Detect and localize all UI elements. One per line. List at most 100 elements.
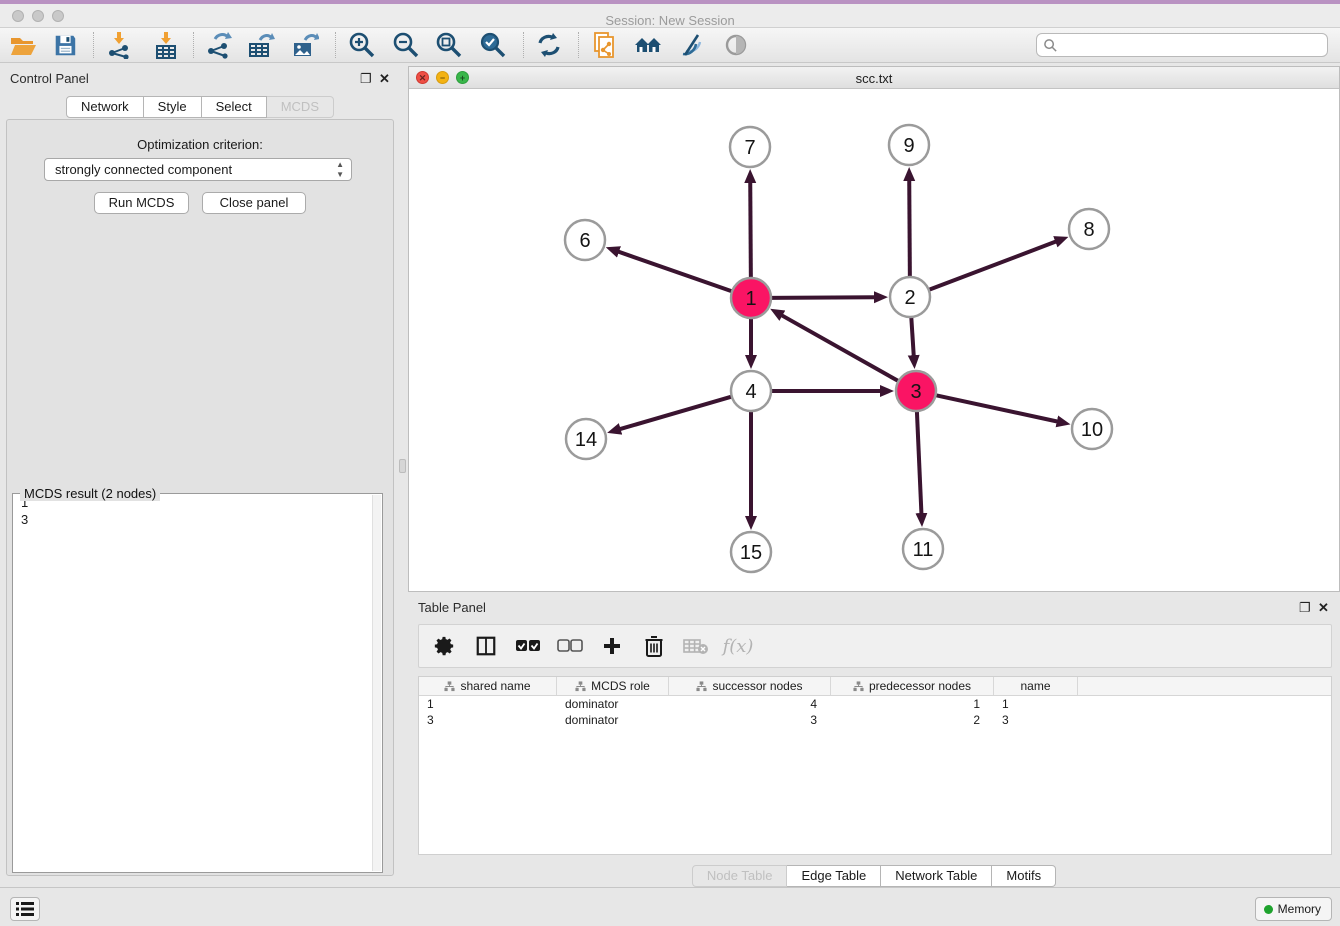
graph-node-8[interactable]: 8 [1069, 209, 1109, 249]
vertical-splitter-handle[interactable] [399, 459, 406, 473]
delete-table-icon [681, 631, 711, 661]
cell-mcds-role: dominator [557, 696, 669, 712]
status-bar: Memory [0, 887, 1340, 926]
cell-mcds-role: dominator [557, 712, 669, 728]
tab-style[interactable]: Style [144, 96, 202, 118]
svg-text:9: 9 [903, 135, 914, 157]
graph-node-3[interactable]: 3 [896, 371, 936, 411]
svg-text:11: 11 [913, 539, 934, 561]
refresh-layout-icon[interactable] [532, 29, 566, 61]
export-network-icon[interactable] [201, 29, 235, 61]
tab-network-table[interactable]: Network Table [881, 865, 992, 887]
duplicate-network-icon[interactable] [587, 29, 621, 61]
zoom-in-icon[interactable] [345, 29, 379, 61]
cell-shared-name: 3 [419, 712, 557, 728]
open-file-icon[interactable] [6, 29, 40, 61]
optimization-criterion-select[interactable]: strongly connected component ▲▼ [44, 158, 352, 181]
add-column-icon[interactable] [597, 631, 627, 661]
cell-predecessor-nodes: 2 [831, 712, 994, 728]
import-table-icon[interactable] [149, 29, 183, 61]
deselect-all-icon[interactable] [555, 631, 585, 661]
hierarchy-icon [444, 681, 455, 692]
graph-node-15[interactable]: 15 [731, 532, 771, 572]
zoom-fit-icon[interactable] [432, 29, 466, 61]
function-builder-icon: f(x) [723, 631, 753, 661]
graph-node-10[interactable]: 10 [1072, 409, 1112, 449]
table-panel-close-icon[interactable]: ✕ [1318, 600, 1329, 616]
save-session-icon[interactable] [48, 29, 82, 61]
hide-graphics-details-icon[interactable] [675, 29, 709, 61]
svg-text:2: 2 [904, 287, 915, 309]
show-graphics-details-icon [719, 29, 753, 61]
import-network-icon[interactable] [102, 29, 136, 61]
zoom-selected-icon[interactable] [476, 29, 510, 61]
task-list-icon [16, 902, 34, 916]
svg-text:14: 14 [575, 429, 597, 451]
table-row[interactable]: 1 dominator 4 1 1 [419, 696, 1331, 712]
tab-node-table[interactable]: Node Table [692, 865, 788, 887]
result-scrollbar[interactable] [372, 495, 381, 871]
column-header-name[interactable]: name [994, 677, 1078, 695]
table-panel-float-button[interactable]: ❐ [1299, 600, 1311, 616]
svg-text:4: 4 [745, 381, 756, 403]
export-table-icon[interactable] [244, 29, 278, 61]
toolbar-separator [523, 32, 524, 58]
first-neighbors-icon[interactable] [631, 29, 665, 61]
column-header-predecessor-nodes[interactable]: predecessor nodes [831, 677, 994, 695]
column-settings-gear-icon[interactable] [429, 631, 459, 661]
cell-name: 3 [994, 712, 1078, 728]
hierarchy-icon [575, 681, 586, 692]
column-header-filler [1078, 677, 1331, 695]
svg-text:3: 3 [910, 381, 921, 403]
graph-node-9[interactable]: 9 [889, 125, 929, 165]
table-header-row: shared name MCDS role successor nodes pr… [419, 677, 1331, 696]
search-icon [1043, 38, 1058, 53]
memory-status-dot [1264, 905, 1273, 914]
node-table: shared name MCDS role successor nodes pr… [418, 676, 1332, 855]
table-panel-title: Table Panel [418, 600, 486, 615]
tab-mcds[interactable]: MCDS [267, 96, 334, 118]
main-toolbar [0, 28, 1340, 63]
graph-node-1[interactable]: 1 [731, 278, 771, 318]
cell-successor-nodes: 4 [669, 696, 831, 712]
network-graph-canvas[interactable]: 7 9 6 8 1 2 4 3 14 10 15 11 [409, 89, 1339, 591]
table-mode-icon[interactable] [471, 631, 501, 661]
cell-name: 1 [994, 696, 1078, 712]
export-image-icon[interactable] [288, 29, 322, 61]
tab-network[interactable]: Network [66, 96, 144, 118]
run-mcds-button[interactable]: Run MCDS [94, 192, 189, 214]
table-panel-tabs: Node Table Edge Table Network Table Moti… [408, 865, 1340, 887]
mcds-result-item: 3 [13, 511, 382, 528]
graph-node-2[interactable]: 2 [890, 277, 930, 317]
column-header-successor-nodes[interactable]: successor nodes [669, 677, 831, 695]
tab-motifs[interactable]: Motifs [992, 865, 1056, 887]
zoom-out-icon[interactable] [389, 29, 423, 61]
graph-node-4[interactable]: 4 [731, 371, 771, 411]
column-header-shared-name[interactable]: shared name [419, 677, 557, 695]
graph-node-14[interactable]: 14 [566, 419, 606, 459]
network-view-window: ✕ − + scc.txt 7 9 6 8 1 2 4 3 14 10 15 11 [408, 66, 1340, 592]
memory-button[interactable]: Memory [1255, 897, 1332, 921]
graph-node-7[interactable]: 7 [730, 127, 770, 167]
table-row[interactable]: 3 dominator 3 2 3 [419, 712, 1331, 728]
network-window-titlebar[interactable]: ✕ − + scc.txt [409, 67, 1339, 89]
tab-select[interactable]: Select [202, 96, 267, 118]
chevron-up-down-icon: ▲▼ [336, 160, 344, 180]
mcds-result-box: 1 3 [12, 493, 383, 873]
search-field[interactable] [1036, 33, 1328, 57]
task-history-button[interactable] [10, 897, 40, 921]
tab-edge-table[interactable]: Edge Table [787, 865, 881, 887]
memory-label: Memory [1278, 902, 1321, 916]
control-panel-title: Control Panel [10, 71, 89, 86]
delete-column-trash-icon[interactable] [639, 631, 669, 661]
control-panel-close-icon[interactable]: ✕ [379, 71, 390, 87]
graph-node-6[interactable]: 6 [565, 220, 605, 260]
svg-text:7: 7 [744, 137, 755, 159]
toolbar-separator [335, 32, 336, 58]
column-header-mcds-role[interactable]: MCDS role [557, 677, 669, 695]
control-panel-float-button[interactable]: ❐ [360, 71, 372, 87]
search-input[interactable] [1058, 38, 1327, 52]
graph-node-11[interactable]: 11 [903, 529, 943, 569]
close-panel-button[interactable]: Close panel [202, 192, 306, 214]
select-all-icon[interactable] [513, 631, 543, 661]
